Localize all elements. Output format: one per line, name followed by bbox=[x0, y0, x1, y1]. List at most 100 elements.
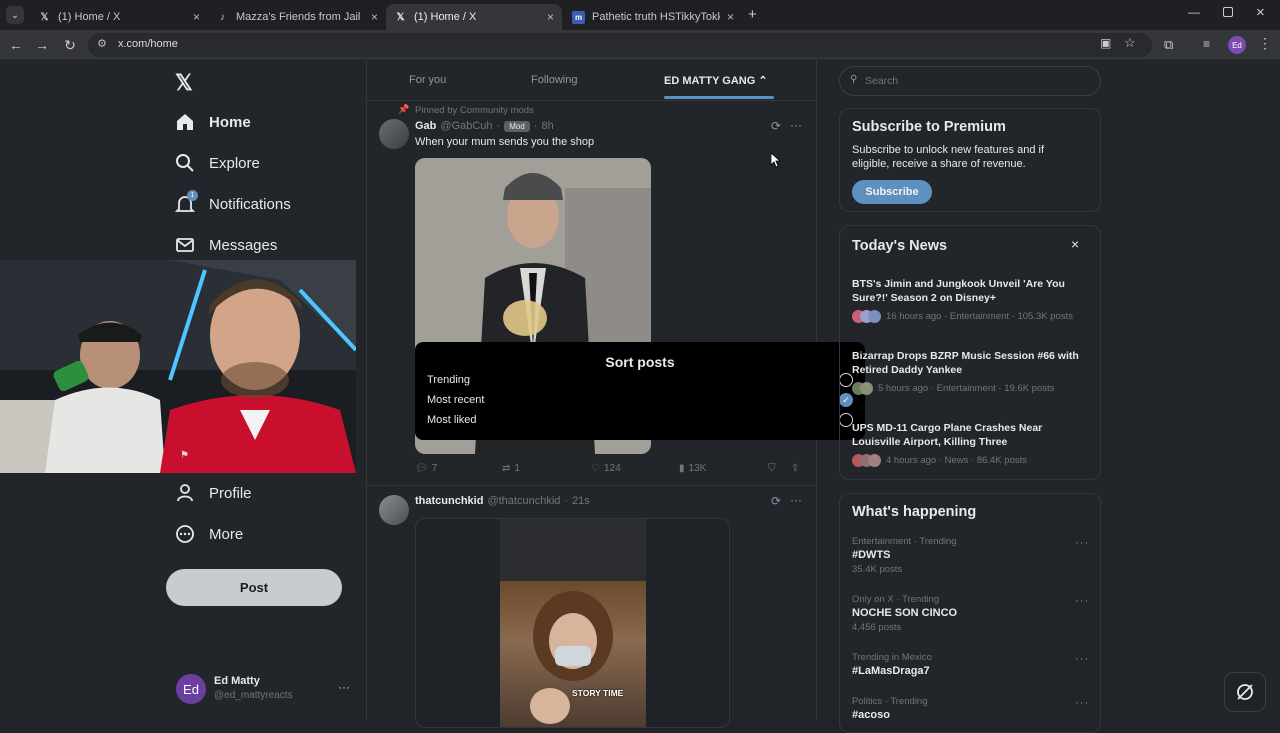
nav-explore[interactable]: Explore bbox=[175, 153, 260, 173]
avatar[interactable] bbox=[379, 119, 409, 149]
account-name: Ed Matty bbox=[214, 675, 260, 687]
url-text[interactable]: x.com/home bbox=[118, 38, 178, 50]
browser-tab-bar: ⌄ 𝕏 (1) Home / X × ♪ Mazza's Friends fro… bbox=[0, 0, 1280, 30]
address-bar[interactable]: ⚙ x.com/home ▣ ☆ bbox=[88, 33, 1152, 57]
news-item[interactable]: UPS MD-11 Cargo Plane Crashes Near Louis… bbox=[852, 421, 1090, 467]
more-circle-icon bbox=[175, 524, 195, 544]
pinned-label: Pinned by Community mods bbox=[415, 105, 534, 116]
home-icon bbox=[175, 112, 195, 132]
close-icon[interactable]: × bbox=[547, 10, 554, 24]
new-tab-button[interactable]: + bbox=[748, 6, 757, 23]
reload-icon[interactable]: ↻ bbox=[62, 37, 78, 54]
close-icon[interactable]: × bbox=[727, 10, 734, 24]
share-button[interactable]: ⇪ bbox=[791, 463, 799, 474]
tweet-header: Gab @GabCuh · Mod · 8h bbox=[415, 120, 554, 132]
x-logo-icon[interactable]: 𝕏 bbox=[175, 70, 193, 96]
webcam-overlay: ⚑ bbox=[0, 260, 356, 473]
browser-menu-icon[interactable]: ⋮ bbox=[1258, 35, 1272, 52]
account-switcher[interactable]: Ed Ed Matty @ed_mattyreacts ··· bbox=[176, 672, 356, 708]
views-button[interactable]: ▮ 13K bbox=[679, 463, 706, 474]
author-name[interactable]: Gab bbox=[415, 120, 436, 132]
subscribe-button[interactable]: Subscribe bbox=[852, 180, 932, 204]
media-controls-icon[interactable]: ≡ bbox=[1203, 37, 1210, 51]
bell-icon: 1 bbox=[175, 190, 198, 214]
more-dots-icon[interactable]: ··· bbox=[790, 493, 802, 507]
happening-title: What's happening bbox=[852, 504, 977, 520]
reply-button[interactable]: 💬︎ 7 bbox=[415, 463, 437, 474]
tweet-time[interactable]: 8h bbox=[541, 120, 553, 132]
browser-tab-4[interactable]: m Pathetic truth HSTikkyTokky's h × bbox=[564, 4, 742, 30]
tweet-video[interactable]: STORY TIME bbox=[415, 518, 730, 728]
tab-following[interactable]: Following bbox=[531, 74, 577, 86]
like-button[interactable]: ♡ 124 bbox=[591, 463, 621, 474]
browser-tab-2[interactable]: ♪ Mazza's Friends from Jail Share × bbox=[208, 4, 386, 30]
grok-button[interactable] bbox=[1224, 672, 1266, 712]
more-dots-icon[interactable]: ··· bbox=[1075, 537, 1089, 549]
close-icon[interactable]: × bbox=[371, 10, 378, 24]
minimize-button[interactable]: — bbox=[1188, 5, 1200, 19]
grok-icon[interactable]: ⟳ bbox=[771, 494, 781, 508]
post-button[interactable]: Post bbox=[166, 569, 342, 606]
tiktok-icon: ♪ bbox=[220, 11, 225, 23]
more-dots-icon[interactable]: ··· bbox=[1075, 595, 1089, 607]
author-handle[interactable]: @GabCuh bbox=[440, 120, 492, 132]
news-item[interactable]: Bizarrap Drops BZRP Music Session #66 wi… bbox=[852, 349, 1090, 395]
close-window-button[interactable]: × bbox=[1256, 4, 1265, 21]
nav-more[interactable]: More bbox=[175, 524, 243, 544]
extensions-icon[interactable]: ⧉ bbox=[1164, 37, 1173, 53]
nav-notifications[interactable]: 1 Notifications bbox=[175, 190, 291, 214]
author-handle[interactable]: @thatcunchkid bbox=[487, 495, 560, 507]
search-input[interactable]: ⚲ Search bbox=[839, 66, 1101, 96]
more-dots-icon[interactable]: ··· bbox=[1075, 653, 1089, 665]
close-icon[interactable]: × bbox=[1071, 236, 1079, 252]
notification-badge: 1 bbox=[187, 190, 198, 201]
browser-tab-1[interactable]: 𝕏 (1) Home / X × bbox=[30, 4, 208, 30]
trend-item[interactable]: Entertainment · Trending #DWTS 35.4K pos… bbox=[852, 536, 1090, 575]
share-icon: ⇪ bbox=[791, 463, 800, 474]
more-dots-icon[interactable]: ··· bbox=[338, 680, 350, 694]
sort-option-trending[interactable]: Trending bbox=[427, 374, 470, 386]
back-arrow-icon[interactable]: ← bbox=[8, 37, 24, 53]
sort-posts-dialog: Sort posts Trending Most recent ✓ Most l… bbox=[415, 342, 865, 440]
forward-arrow-icon[interactable]: → bbox=[34, 37, 50, 53]
news-item[interactable]: BTS's Jimin and Jungkook Unveil 'Are You… bbox=[852, 277, 1090, 323]
bookmark-star-icon[interactable]: ☆ bbox=[1124, 35, 1136, 51]
tab-for-you[interactable]: For you bbox=[409, 74, 446, 86]
sort-option-most-liked[interactable]: Most liked bbox=[427, 414, 477, 426]
site-settings-icon[interactable]: ⚙ bbox=[97, 37, 107, 50]
trend-item[interactable]: Politics · Trending #acoso bbox=[852, 696, 1090, 721]
premium-card: Subscribe to Premium Subscribe to unlock… bbox=[839, 108, 1101, 212]
site-icon: m bbox=[572, 10, 585, 24]
search-icon bbox=[175, 153, 195, 173]
active-tab-indicator bbox=[664, 96, 774, 99]
nav-messages[interactable]: Messages bbox=[175, 235, 277, 255]
more-dots-icon[interactable]: ··· bbox=[1075, 697, 1089, 709]
tab-search-button[interactable]: ⌄ bbox=[6, 6, 24, 24]
bookmark-button[interactable]: ⛉ bbox=[768, 463, 776, 474]
grok-icon[interactable]: ⟳ bbox=[771, 119, 781, 133]
tab-community[interactable]: ED MATTY GANG ⌃ bbox=[664, 74, 768, 87]
trend-item[interactable]: Trending in Mexico #LaMasDraga7 bbox=[852, 652, 1090, 677]
mouse-cursor bbox=[771, 153, 781, 168]
sort-option-most-recent[interactable]: Most recent bbox=[427, 394, 484, 406]
repost-button[interactable]: ⇄ 1 bbox=[502, 463, 520, 474]
divider bbox=[367, 100, 816, 101]
browser-tab-3-active[interactable]: 𝕏 (1) Home / X × bbox=[386, 4, 562, 30]
search-icon: ⚲ bbox=[850, 74, 858, 85]
tweet-time[interactable]: 21s bbox=[572, 495, 590, 507]
reply-icon: 💬︎ bbox=[415, 463, 428, 474]
nav-home[interactable]: Home bbox=[175, 112, 251, 132]
profile-avatar[interactable]: Ed bbox=[1228, 36, 1246, 54]
more-dots-icon[interactable]: ··· bbox=[790, 118, 802, 132]
repost-icon: ⇄ bbox=[502, 463, 511, 474]
close-icon[interactable]: × bbox=[193, 10, 200, 24]
tweet-text: When your mum sends you the shop bbox=[415, 136, 595, 148]
maximize-button[interactable] bbox=[1223, 7, 1233, 17]
x-logo-icon: 𝕏 bbox=[396, 11, 405, 23]
cast-icon[interactable]: ▣ bbox=[1100, 36, 1111, 50]
trend-item[interactable]: Only on X · Trending NOCHE SON CINCO 4,4… bbox=[852, 594, 1090, 633]
avatar[interactable] bbox=[379, 495, 409, 525]
nav-profile[interactable]: Profile bbox=[175, 483, 252, 503]
author-name[interactable]: thatcunchkid bbox=[415, 495, 483, 507]
news-title: Today's News bbox=[852, 238, 948, 254]
